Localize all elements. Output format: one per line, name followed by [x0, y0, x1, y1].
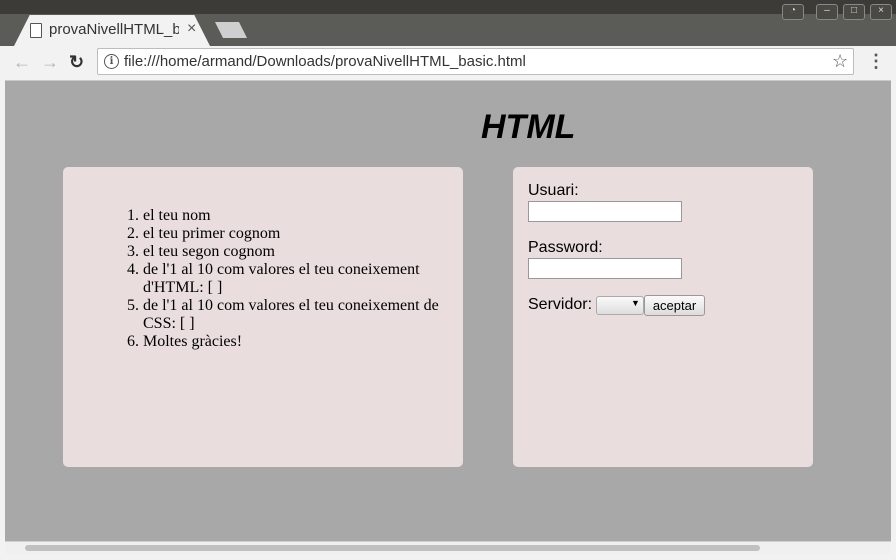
window-frame-right: [891, 80, 896, 560]
question-item: de l'1 al 10 com valores el teu coneixem…: [143, 297, 448, 333]
info-icon[interactable]: i: [104, 54, 119, 69]
tab-title[interactable]: provaNivellHTML_b: [49, 21, 179, 38]
url-text[interactable]: file:///home/armand/Downloads/provaNivel…: [124, 53, 526, 70]
server-label: Servidor:: [528, 296, 593, 313]
window-close-icon[interactable]: ×: [870, 4, 892, 20]
question-item: el teu segon cognom: [143, 243, 448, 261]
question-item: el teu nom: [143, 207, 448, 225]
submit-button[interactable]: aceptar: [644, 295, 705, 316]
user-input[interactable]: [528, 201, 682, 222]
reload-icon[interactable]: ↻: [69, 50, 84, 74]
question-item: de l'1 al 10 com valores el teu coneixem…: [143, 261, 448, 297]
select-arrow-icon: ▼: [631, 298, 640, 308]
page-icon: [30, 23, 42, 38]
window-restore-icon[interactable]: ◔: [782, 4, 804, 20]
horizontal-scrollbar[interactable]: [5, 541, 891, 554]
back-arrow-icon[interactable]: ←: [13, 50, 31, 74]
questions-list: el teu nom el teu primer cognom el teu s…: [143, 207, 448, 351]
window-minimize-icon[interactable]: –: [816, 4, 838, 20]
menu-icon[interactable]: ⋮: [867, 51, 885, 72]
password-input[interactable]: [528, 258, 682, 279]
window-top-edge: [0, 0, 896, 14]
bookmark-star-icon[interactable]: ☆: [832, 51, 848, 72]
scrollbar-thumb[interactable]: [25, 545, 760, 551]
question-item: Moltes gràcies!: [143, 333, 448, 351]
user-label: Usuari:: [528, 182, 579, 199]
forward-arrow-icon[interactable]: →: [41, 50, 59, 74]
password-label: Password:: [528, 239, 603, 256]
question-item: el teu primer cognom: [143, 225, 448, 243]
window-maximize-icon[interactable]: □: [843, 4, 865, 20]
page-title: HTML: [481, 108, 576, 146]
tab-close-icon[interactable]: ×: [187, 20, 196, 38]
